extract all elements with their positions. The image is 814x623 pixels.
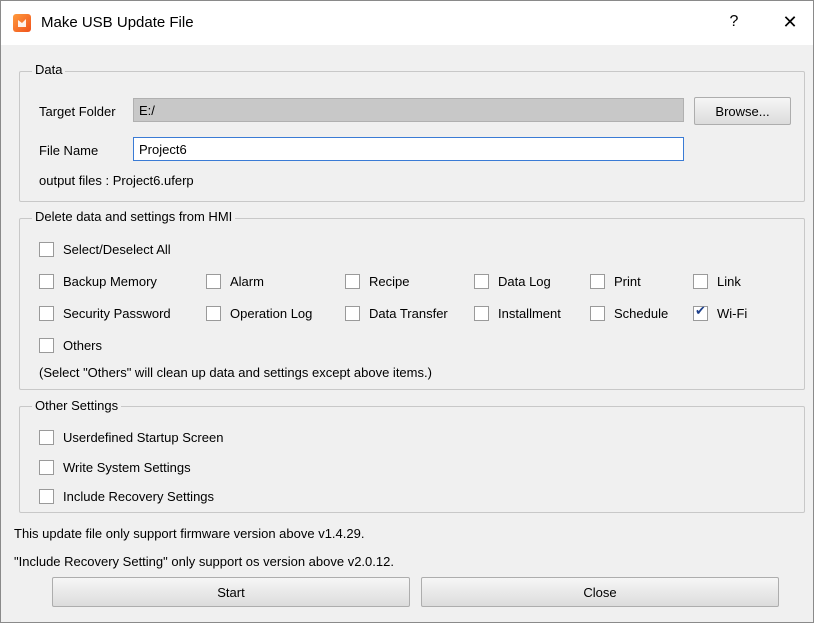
checkbox-userdefined-startup-screen[interactable]: Userdefined Startup Screen	[39, 427, 223, 447]
checkbox-box[interactable]	[345, 273, 360, 289]
checkbox-label: Alarm	[230, 273, 264, 289]
checkbox-wifi[interactable]: ✔ Wi-Fi	[693, 303, 747, 323]
select-all-checkbox[interactable]: Select/Deselect All	[39, 239, 171, 259]
checkbox-box[interactable]	[39, 488, 54, 504]
browse-button[interactable]: Browse...	[694, 97, 791, 125]
checkbox-box[interactable]	[39, 241, 54, 257]
firmware-note: This update file only support firmware v…	[14, 526, 365, 541]
checkbox-label: Others	[63, 337, 103, 353]
checkbox-label: Installment	[498, 305, 561, 321]
checkbox-operation-log[interactable]: Operation Log	[206, 303, 312, 323]
checkbox-box[interactable]	[206, 305, 221, 321]
checkbox-box[interactable]	[590, 305, 605, 321]
checkbox-box[interactable]	[474, 305, 489, 321]
delete-data-group-title: Delete data and settings from HMI	[32, 209, 236, 224]
checkbox-recipe[interactable]: Recipe	[345, 271, 409, 291]
checkbox-label: Data Log	[498, 273, 551, 289]
app-icon	[13, 14, 31, 32]
select-all-label: Select/Deselect All	[63, 241, 171, 257]
checkbox-box[interactable]: ✔	[693, 303, 708, 321]
file-name-label: File Name	[39, 143, 99, 158]
checkbox-label: Schedule	[614, 305, 669, 321]
checkbox-box[interactable]	[39, 429, 54, 445]
checkbox-box[interactable]	[345, 305, 360, 321]
checkbox-write-system-settings[interactable]: Write System Settings	[39, 457, 191, 477]
checkbox-label: Write System Settings	[63, 459, 191, 475]
checkbox-box[interactable]	[39, 459, 54, 475]
data-group-title: Data	[32, 62, 66, 77]
check-mark-icon: ✔	[695, 303, 706, 319]
checkbox-label: Data Transfer	[369, 305, 448, 321]
checkbox-label: Backup Memory	[63, 273, 157, 289]
checkbox-include-recovery-settings[interactable]: Include Recovery Settings	[39, 486, 214, 506]
help-icon[interactable]: ?	[719, 7, 749, 37]
recovery-note: "Include Recovery Setting" only support …	[14, 554, 394, 569]
checkbox-label: Include Recovery Settings	[63, 488, 215, 504]
make-usb-update-dialog: Make USB Update File ? ✕ Data Target Fol…	[0, 0, 814, 623]
checkbox-others[interactable]: Others	[39, 335, 102, 355]
checkbox-box[interactable]	[39, 337, 54, 353]
checkbox-security-password[interactable]: Security Password	[39, 303, 171, 323]
checkbox-box[interactable]	[39, 305, 54, 321]
others-note: (Select "Others" will clean up data and …	[39, 365, 432, 380]
checkbox-box[interactable]	[590, 273, 605, 289]
output-files-text: output files : Project6.uferp	[39, 173, 194, 188]
title-bar: Make USB Update File ? ✕	[1, 1, 813, 45]
checkbox-label: Userdefined Startup Screen	[63, 429, 224, 445]
checkbox-print[interactable]: Print	[590, 271, 641, 291]
checkbox-installment[interactable]: Installment	[474, 303, 561, 323]
close-icon[interactable]: ✕	[773, 7, 807, 37]
checkbox-data-transfer[interactable]: Data Transfer	[345, 303, 448, 323]
close-button[interactable]: Close	[421, 577, 779, 607]
file-name-field[interactable]	[133, 137, 684, 161]
window-title: Make USB Update File	[41, 14, 194, 31]
checkbox-box[interactable]	[693, 273, 708, 289]
checkbox-label: Wi-Fi	[717, 305, 748, 321]
checkbox-link[interactable]: Link	[693, 271, 741, 291]
checkbox-backup-memory[interactable]: Backup Memory	[39, 271, 157, 291]
other-settings-group-title: Other Settings	[32, 398, 122, 413]
checkbox-data-log[interactable]: Data Log	[474, 271, 551, 291]
start-button[interactable]: Start	[52, 577, 410, 607]
checkbox-label: Security Password	[63, 305, 171, 321]
target-folder-field[interactable]	[133, 98, 684, 122]
checkbox-label: Print	[614, 273, 641, 289]
checkbox-schedule[interactable]: Schedule	[590, 303, 668, 323]
checkbox-label: Link	[717, 273, 741, 289]
checkbox-alarm[interactable]: Alarm	[206, 271, 264, 291]
checkbox-box[interactable]	[39, 273, 54, 289]
target-folder-label: Target Folder	[39, 104, 116, 119]
checkbox-label: Recipe	[369, 273, 410, 289]
checkbox-box[interactable]	[206, 273, 221, 289]
checkbox-box[interactable]	[474, 273, 489, 289]
checkbox-label: Operation Log	[230, 305, 313, 321]
